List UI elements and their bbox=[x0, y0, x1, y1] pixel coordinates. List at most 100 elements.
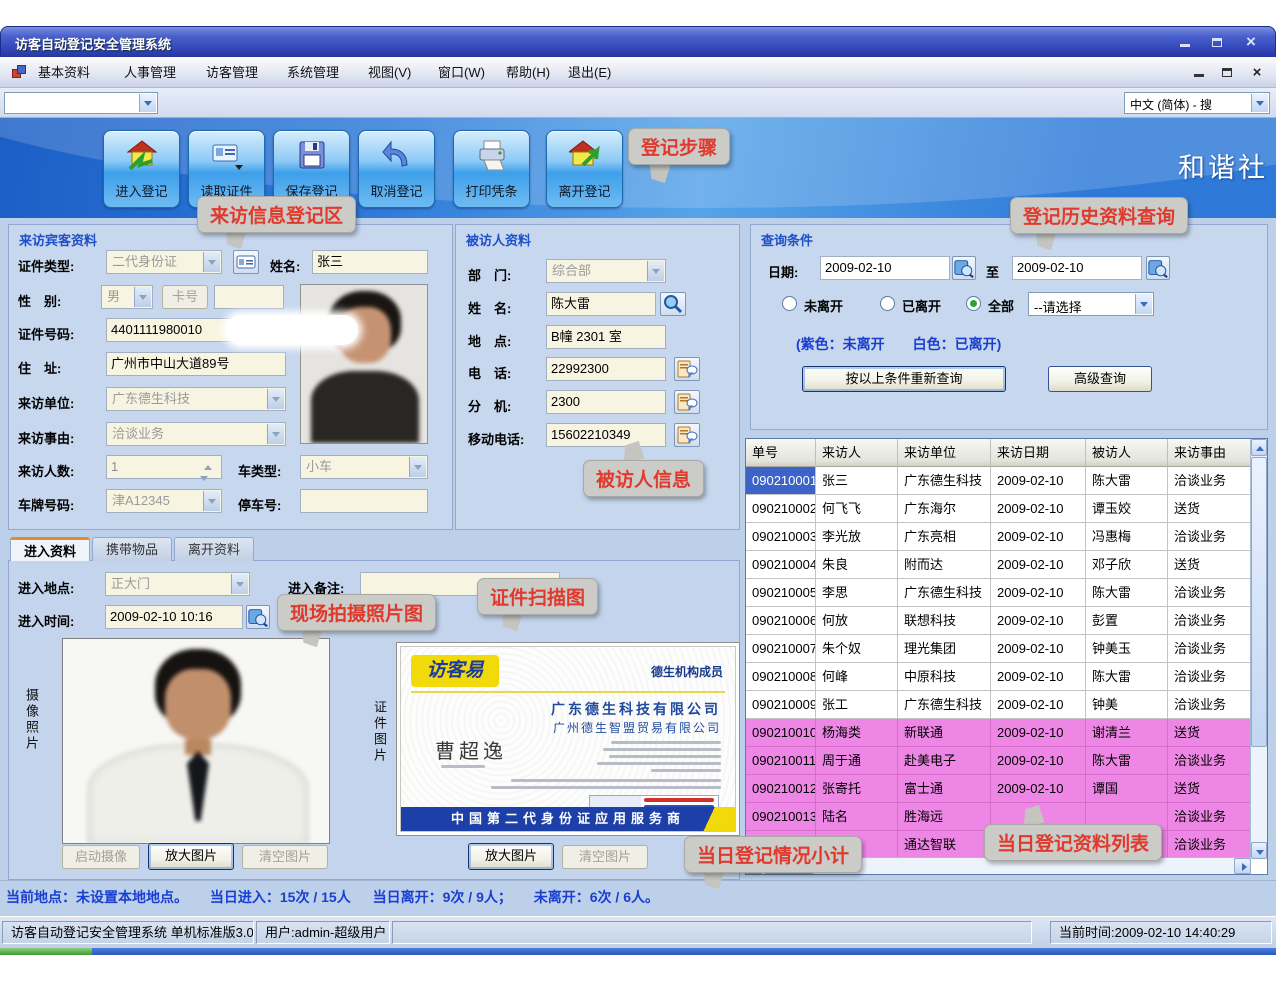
table-row[interactable]: 090210004 朱良 附而达 2009-02-10 邓子欣 送货 bbox=[746, 551, 1251, 579]
menu-window[interactable]: 窗口(W) bbox=[432, 63, 491, 83]
tab-leave-info[interactable]: 离开资料 bbox=[174, 537, 254, 561]
cancel-registration-button[interactable]: 取消登记 bbox=[358, 130, 435, 208]
start-camera-button[interactable]: 启动摄像 bbox=[62, 845, 140, 869]
table-vertical-scrollbar[interactable] bbox=[1250, 439, 1267, 859]
col-header-id[interactable]: 单号 bbox=[746, 439, 816, 467]
scroll-down-icon[interactable] bbox=[1251, 842, 1267, 859]
gender-combo[interactable]: 男 bbox=[101, 285, 153, 309]
close-icon[interactable]: × bbox=[1239, 32, 1263, 52]
visit-reason-dropdown-icon[interactable] bbox=[267, 424, 284, 444]
visit-company-combo[interactable]: 广东德生科技 bbox=[106, 387, 286, 411]
table-row[interactable]: 090210006 何放 联想科技 2009-02-10 彭置 洽谈业务 bbox=[746, 607, 1251, 635]
dial-phone-button[interactable] bbox=[674, 357, 700, 381]
menu-visitor-management[interactable]: 访客管理 bbox=[200, 63, 264, 83]
location-input[interactable]: B幢 2301 室 bbox=[546, 325, 666, 349]
leave-registration-button[interactable]: 离开登记 bbox=[546, 130, 623, 208]
radio-all[interactable] bbox=[966, 296, 981, 311]
entry-time-picker-button[interactable] bbox=[246, 605, 270, 629]
quick-select-dropdown-icon[interactable] bbox=[139, 94, 156, 112]
table-row[interactable]: 090210002 何飞飞 广东海尔 2009-02-10 谭玉姣 送货 bbox=[746, 495, 1251, 523]
table-row-not-left[interactable]: 090210012 张寄托 富士通 2009-02-10 谭国 送货 bbox=[746, 775, 1251, 803]
col-header-company[interactable]: 来访单位 bbox=[898, 439, 991, 467]
vertical-scroll-thumb[interactable] bbox=[1251, 457, 1267, 747]
entry-place-combo[interactable]: 正大门 bbox=[105, 572, 250, 596]
table-row[interactable]: 090210005 李思 广东德生科技 2009-02-10 陈大雷 洽谈业务 bbox=[746, 579, 1251, 607]
count-up-icon[interactable] bbox=[204, 457, 220, 467]
table-row[interactable]: 090210007 朱个奴 理光集团 2009-02-10 钟美玉 洽谈业务 bbox=[746, 635, 1251, 663]
col-header-reason[interactable]: 来访事由 bbox=[1168, 439, 1251, 467]
date-to-input[interactable]: 2009-02-10 bbox=[1012, 256, 1142, 280]
mdi-minimize-icon[interactable] bbox=[1188, 63, 1210, 82]
visitor-name-input[interactable]: 张三 bbox=[312, 250, 428, 274]
radio-left[interactable] bbox=[880, 296, 895, 311]
car-type-dropdown-icon[interactable] bbox=[409, 457, 426, 477]
plate-dropdown-icon[interactable] bbox=[203, 491, 220, 511]
zoom-id-button[interactable]: 放大图片 bbox=[468, 843, 554, 870]
menu-basic-data[interactable]: 基本资料 bbox=[32, 63, 96, 83]
language-combo[interactable]: 中文 (简体) - 搜 bbox=[1124, 92, 1270, 114]
menu-hr-management[interactable]: 人事管理 bbox=[118, 63, 182, 83]
gender-dropdown-icon[interactable] bbox=[134, 287, 151, 307]
date-from-picker-button[interactable] bbox=[952, 256, 976, 280]
card-number-button[interactable]: 卡号 bbox=[162, 285, 208, 309]
col-header-visited[interactable]: 被访人 bbox=[1086, 439, 1168, 467]
dept-dropdown-icon[interactable] bbox=[647, 261, 664, 281]
entry-time-input[interactable]: 2009-02-10 10:16 bbox=[105, 605, 243, 629]
dial-ext-button[interactable] bbox=[674, 390, 700, 414]
table-row[interactable]: 090210003 李光放 广东亮相 2009-02-10 冯惠梅 洽谈业务 bbox=[746, 523, 1251, 551]
entry-place-dropdown-icon[interactable] bbox=[231, 574, 248, 594]
visit-reason-combo[interactable]: 洽谈业务 bbox=[106, 422, 286, 446]
reason-filter-combo[interactable]: --请选择 bbox=[1028, 292, 1154, 316]
address-input[interactable]: 广州市中山大道89号 bbox=[106, 352, 286, 376]
mdi-restore-icon[interactable] bbox=[1216, 63, 1238, 82]
count-down-icon[interactable] bbox=[204, 468, 220, 478]
car-type-combo[interactable]: 小车 bbox=[300, 455, 428, 479]
col-header-visitor[interactable]: 来访人 bbox=[816, 439, 898, 467]
phone-input[interactable]: 22992300 bbox=[546, 357, 666, 381]
table-row[interactable]: 090210008 何峰 中原科技 2009-02-10 陈大雷 洽谈业务 bbox=[746, 663, 1251, 691]
dial-mobile-button[interactable] bbox=[674, 423, 700, 447]
menu-system-management[interactable]: 系统管理 bbox=[281, 63, 345, 83]
card-divider bbox=[411, 691, 725, 693]
table-row[interactable]: 090210009 张工 广东德生科技 2009-02-10 钟美 洽谈业务 bbox=[746, 691, 1251, 719]
ext-input[interactable]: 2300 bbox=[546, 390, 666, 414]
col-header-date[interactable]: 来访日期 bbox=[991, 439, 1086, 467]
restore-icon[interactable] bbox=[1205, 32, 1229, 52]
menu-exit[interactable]: 退出(E) bbox=[562, 63, 617, 83]
clear-id-button[interactable]: 清空图片 bbox=[562, 845, 648, 869]
dept-combo[interactable]: 综合部 bbox=[546, 259, 666, 283]
print-receipt-button[interactable]: 打印凭条 bbox=[453, 130, 530, 208]
radio-not-left[interactable] bbox=[782, 296, 797, 311]
mdi-close-icon[interactable]: × bbox=[1246, 63, 1268, 82]
clear-photo-button[interactable]: 清空图片 bbox=[242, 845, 328, 869]
parking-input[interactable] bbox=[300, 489, 428, 513]
language-dropdown-icon[interactable] bbox=[1251, 94, 1268, 112]
read-card-icon-button[interactable] bbox=[233, 250, 259, 274]
visit-company-dropdown-icon[interactable] bbox=[267, 389, 284, 409]
table-row[interactable]: 090210001 张三 广东德生科技 2009-02-10 陈大雷 洽谈业务 bbox=[746, 467, 1251, 495]
scroll-right-icon[interactable] bbox=[1234, 858, 1251, 874]
enter-registration-button[interactable]: 进入登记 bbox=[103, 130, 180, 208]
table-row-not-left[interactable]: 090210011 周于通 赴美电子 2009-02-10 陈大雷 洽谈业务 bbox=[746, 747, 1251, 775]
quick-select-combo[interactable] bbox=[4, 92, 158, 114]
plate-combo[interactable]: 津A12345 bbox=[106, 489, 222, 513]
minimize-icon[interactable] bbox=[1173, 32, 1197, 52]
date-from-input[interactable]: 2009-02-10 bbox=[820, 256, 950, 280]
visited-name-input[interactable]: 陈大雷 bbox=[546, 292, 656, 316]
tab-carried-items[interactable]: 携带物品 bbox=[92, 537, 172, 561]
card-number-input[interactable] bbox=[214, 285, 284, 309]
date-to-picker-button[interactable] bbox=[1146, 256, 1170, 280]
tab-entry-info[interactable]: 进入资料 bbox=[10, 537, 90, 561]
id-type-dropdown-icon[interactable] bbox=[203, 252, 220, 272]
search-person-button[interactable] bbox=[660, 292, 686, 316]
zoom-photo-button[interactable]: 放大图片 bbox=[148, 843, 234, 870]
reason-filter-dropdown-icon[interactable] bbox=[1135, 294, 1152, 314]
menu-help[interactable]: 帮助(H) bbox=[500, 63, 556, 83]
scroll-up-icon[interactable] bbox=[1251, 439, 1267, 456]
advanced-query-button[interactable]: 高级查询 bbox=[1048, 366, 1152, 392]
menu-view[interactable]: 视图(V) bbox=[362, 63, 417, 83]
table-row-not-left[interactable]: 090210010 杨海类 新联通 2009-02-10 谢清兰 送货 bbox=[746, 719, 1251, 747]
mobile-input[interactable]: 15602210349 bbox=[546, 423, 666, 447]
id-type-combo[interactable]: 二代身份证 bbox=[106, 250, 222, 274]
requery-button[interactable]: 按以上条件重新查询 bbox=[802, 366, 1006, 392]
